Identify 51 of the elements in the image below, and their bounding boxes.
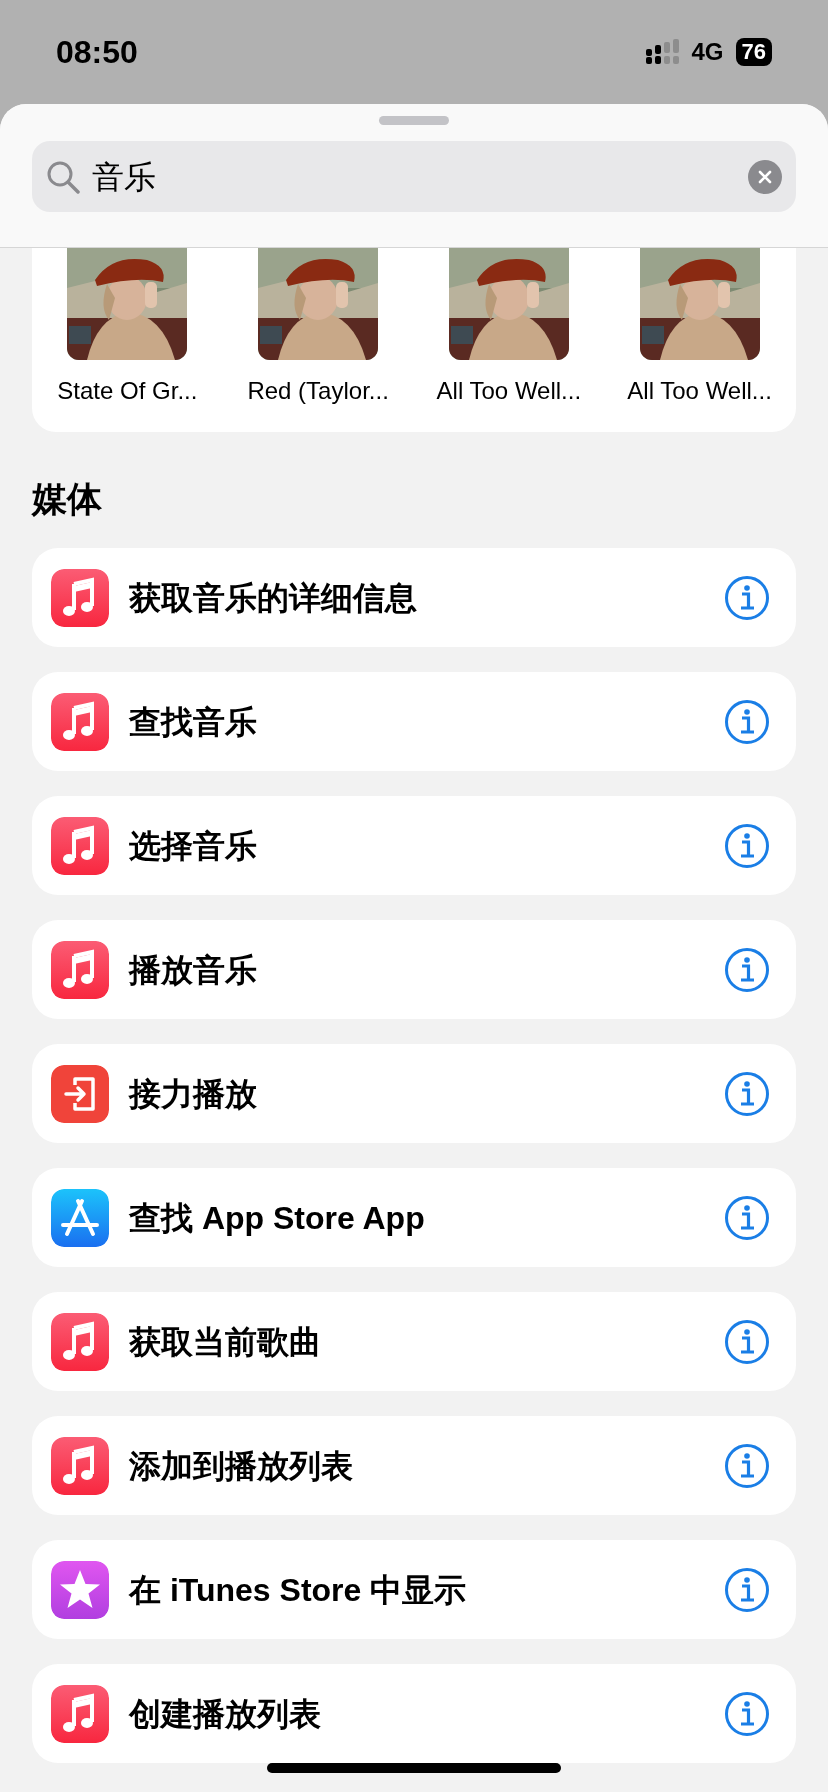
- info-icon[interactable]: [724, 1070, 770, 1117]
- action-label: 添加到播放列表: [129, 1446, 354, 1486]
- signal-icon: [645, 39, 680, 65]
- music-note-icon: [51, 1684, 109, 1743]
- search-icon: [46, 159, 80, 194]
- action-row[interactable]: 获取音乐的详细信息: [32, 548, 796, 647]
- action-label: 接力播放: [129, 1074, 258, 1114]
- info-icon[interactable]: [724, 946, 770, 993]
- search-bar[interactable]: 音乐: [32, 141, 796, 212]
- info-icon[interactable]: [724, 698, 770, 745]
- action-label: 在 iTunes Store 中显示: [129, 1570, 468, 1610]
- music-note-icon: [51, 1436, 109, 1495]
- action-label: 播放音乐: [129, 950, 258, 990]
- action-row[interactable]: 查找音乐: [32, 672, 796, 771]
- action-label: 获取音乐的详细信息: [129, 578, 418, 618]
- album-title: All Too Well...: [436, 377, 582, 405]
- action-label: 选择音乐: [129, 826, 258, 866]
- info-icon[interactable]: [724, 1318, 770, 1365]
- app-store-icon: [51, 1188, 109, 1247]
- action-row[interactable]: 创建播放列表: [32, 1664, 796, 1763]
- info-icon[interactable]: [724, 1194, 770, 1241]
- album-title: All Too Well...: [627, 377, 772, 405]
- action-row[interactable]: 获取当前歌曲: [32, 1292, 796, 1391]
- action-row[interactable]: 在 iTunes Store 中显示: [32, 1540, 796, 1639]
- info-icon[interactable]: [724, 1566, 770, 1613]
- music-note-icon: [51, 1312, 109, 1371]
- music-note-icon: [51, 568, 109, 627]
- network-type: 4G: [691, 37, 724, 67]
- clock-time: 08:50: [56, 33, 138, 72]
- info-icon[interactable]: [724, 1442, 770, 1489]
- action-row[interactable]: 接力播放: [32, 1044, 796, 1143]
- action-row[interactable]: 添加到播放列表: [32, 1416, 796, 1515]
- action-row[interactable]: 查找 App Store App: [32, 1168, 796, 1267]
- action-row[interactable]: 选择音乐: [32, 796, 796, 895]
- info-icon[interactable]: [724, 574, 770, 621]
- clear-button[interactable]: [748, 159, 782, 194]
- album-title: Red (Taylor...: [247, 377, 389, 405]
- close-icon: [758, 169, 772, 184]
- action-label: 创建播放列表: [129, 1694, 322, 1734]
- action-label: 获取当前歌曲: [129, 1322, 322, 1362]
- album-title: State Of Gr...: [57, 377, 198, 405]
- info-icon[interactable]: [724, 822, 770, 869]
- music-note-icon: [51, 692, 109, 751]
- action-row[interactable]: 播放音乐: [32, 920, 796, 1019]
- battery-indicator: 76: [735, 38, 772, 66]
- music-note-icon: [51, 940, 109, 999]
- info-icon[interactable]: [724, 1690, 770, 1737]
- action-label: 查找音乐: [129, 702, 258, 742]
- section-heading: 媒体: [32, 478, 103, 520]
- music-note-icon: [51, 816, 109, 875]
- action-label: 查找 App Store App: [129, 1198, 426, 1238]
